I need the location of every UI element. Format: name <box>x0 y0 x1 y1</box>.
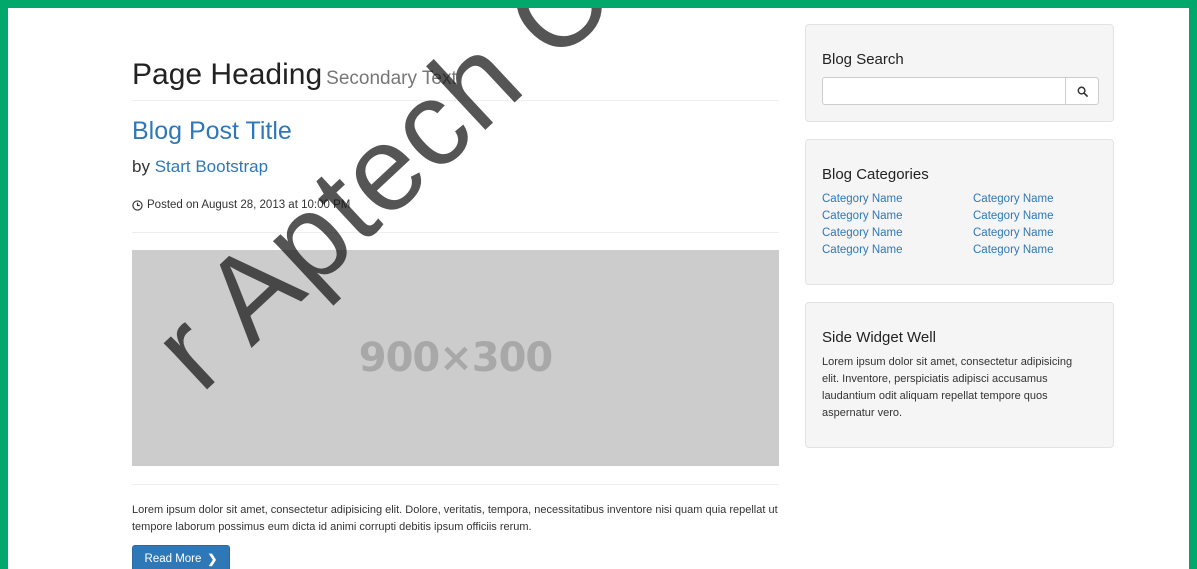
byline-prefix: by <box>132 157 150 176</box>
side-widget-well: Side Widget Well Lorem ipsum dolor sit a… <box>805 302 1114 448</box>
list-item: Category Name <box>822 242 903 259</box>
page-header: Page Heading Secondary Text <box>132 58 779 101</box>
post-excerpt: Lorem ipsum dolor sit amet, consectetur … <box>132 504 778 533</box>
list-item: Category Name <box>973 191 1054 208</box>
page-heading: Page Heading <box>132 58 323 91</box>
clock-icon <box>132 199 143 211</box>
category-list-left: Category Name Category Name Category Nam… <box>822 191 903 259</box>
category-link[interactable]: Category Name <box>822 210 903 222</box>
chevron-right-icon: ❯ <box>207 551 218 566</box>
search-input[interactable] <box>822 77 1065 105</box>
side-widget-text: Lorem ipsum dolor sit amet, consectetur … <box>822 356 1073 419</box>
category-link[interactable]: Category Name <box>822 193 903 205</box>
category-link[interactable]: Category Name <box>973 193 1054 205</box>
blog-categories-title: Blog Categories <box>822 166 929 183</box>
page-secondary-text: Secondary Text <box>326 68 457 89</box>
category-link[interactable]: Category Name <box>973 227 1054 239</box>
category-list-right: Category Name Category Name Category Nam… <box>973 191 1054 259</box>
page: Page Heading Secondary Text Blog Post Tit… <box>8 8 1189 569</box>
search-button[interactable] <box>1065 77 1099 105</box>
category-link[interactable]: Category Name <box>973 244 1054 256</box>
divider <box>132 232 779 233</box>
list-item: Category Name <box>822 225 903 242</box>
blog-categories-well: Blog Categories Category Name Category N… <box>805 139 1114 285</box>
list-item: Category Name <box>973 208 1054 225</box>
blog-search-title: Blog Search <box>822 51 904 68</box>
category-link[interactable]: Category Name <box>973 210 1054 222</box>
divider <box>132 484 779 485</box>
post-date-text: Posted on August 28, 2013 at 10:00 PM <box>147 199 351 211</box>
side-widget-title: Side Widget Well <box>822 329 936 346</box>
list-item: Category Name <box>973 242 1054 259</box>
post-byline: by Start Bootstrap <box>132 157 268 177</box>
post-date: Posted on August 28, 2013 at 10:00 PM <box>132 199 350 211</box>
category-link[interactable]: Category Name <box>822 227 903 239</box>
author-link[interactable]: Start Bootstrap <box>155 157 268 176</box>
image-size-label: 900×300 <box>358 335 554 381</box>
search-group <box>822 77 1099 105</box>
list-item: Category Name <box>822 191 903 208</box>
read-more-button[interactable]: Read More ❯ <box>132 545 230 569</box>
category-link[interactable]: Category Name <box>822 244 903 256</box>
post-image-placeholder: 900×300 <box>132 250 779 466</box>
list-item: Category Name <box>973 225 1054 242</box>
list-item: Category Name <box>822 208 903 225</box>
blog-search-well: Blog Search <box>805 24 1114 122</box>
blog-post-title-link[interactable]: Blog Post Title <box>132 117 292 146</box>
search-icon <box>1077 86 1088 97</box>
read-more-label: Read More <box>144 552 202 565</box>
